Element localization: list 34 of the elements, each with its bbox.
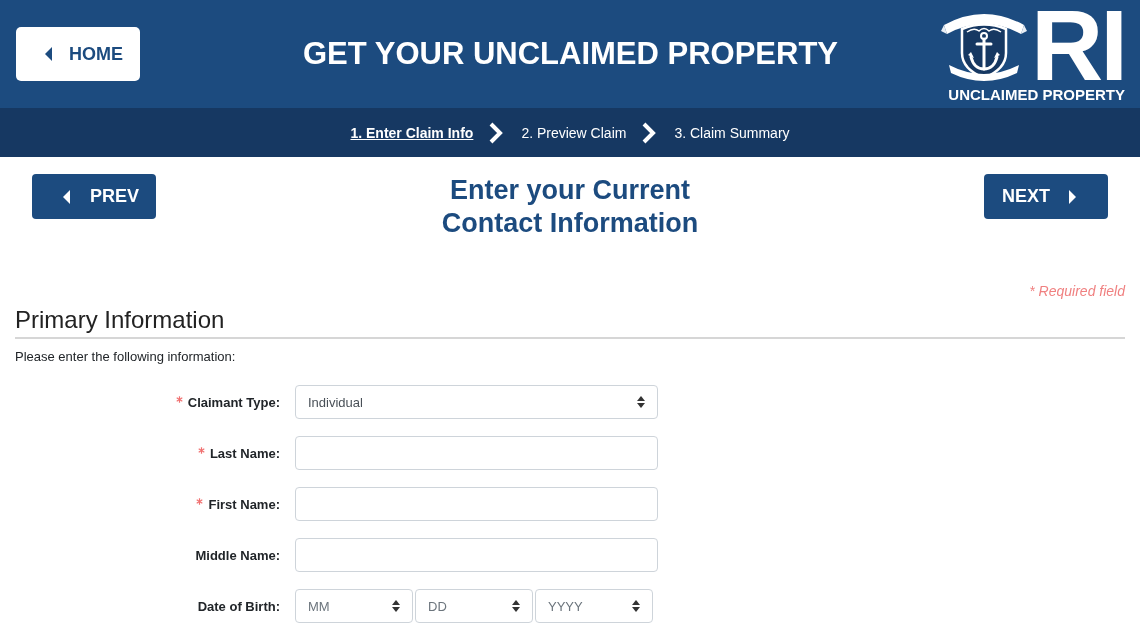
required-note: * Required field xyxy=(1029,282,1125,301)
caret-left-icon xyxy=(45,47,52,61)
field-label: Middle Name: xyxy=(195,547,280,563)
section-heading: Primary Information xyxy=(15,306,225,333)
step-link[interactable]: 2. Preview Claim xyxy=(521,123,627,142)
date-select-field[interactable]: MM xyxy=(295,589,413,623)
field-label: First Name: xyxy=(208,496,280,512)
page-heading: Enter your Current Contact Information xyxy=(440,174,700,240)
instructions-text: Please enter the following information: xyxy=(15,349,236,364)
up-down-caret-icon xyxy=(512,600,520,612)
field-label: Last Name: xyxy=(209,445,280,461)
input-field[interactable] xyxy=(295,436,658,470)
chevron-right-icon xyxy=(641,121,657,144)
prev-button[interactable]: PREV xyxy=(32,174,156,219)
logo-wordmark: RI xyxy=(1031,5,1125,85)
step-link[interactable]: 3. Claim Summary xyxy=(674,123,790,142)
up-down-caret-icon xyxy=(392,600,400,612)
logo-caption: UNCLAIMED PROPERTY xyxy=(948,87,1125,103)
field-label: Date of Birth: xyxy=(197,598,280,614)
caret-left-icon xyxy=(63,189,70,204)
input-field[interactable] xyxy=(295,538,658,572)
up-down-caret-icon xyxy=(632,600,640,612)
date-select-field[interactable]: DD xyxy=(415,589,533,623)
chevron-right-icon xyxy=(488,121,504,144)
select-field[interactable]: Individual xyxy=(295,385,658,419)
up-down-caret-icon xyxy=(637,396,645,408)
next-button[interactable]: NEXT xyxy=(984,174,1108,219)
step-link[interactable]: 1. Enter Claim Info xyxy=(350,123,474,142)
date-select-field[interactable]: YYYY xyxy=(535,589,653,623)
site-title: GET YOUR UNCLAIMED PROPERTY xyxy=(302,36,839,72)
input-field[interactable] xyxy=(295,487,658,521)
caret-right-icon xyxy=(1069,189,1076,204)
field-label: Claimant Type: xyxy=(187,394,280,410)
home-button[interactable]: HOME xyxy=(16,27,140,81)
